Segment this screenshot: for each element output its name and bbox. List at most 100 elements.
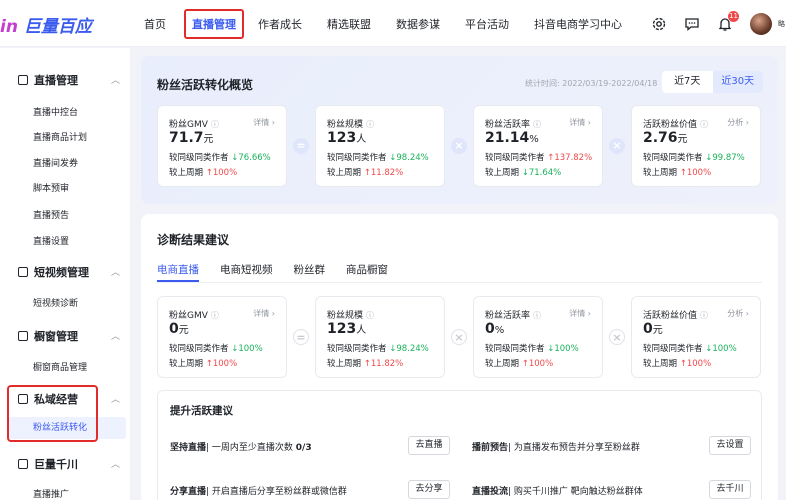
- arrow-up-icon: ↑: [363, 359, 371, 369]
- overview-title: 粉丝活跃转化概览: [157, 78, 254, 92]
- equals-icon: =: [287, 138, 315, 154]
- metric-period-compare: 较上周期 ↑100%: [169, 359, 238, 369]
- go-live-button[interactable]: 去直播: [408, 436, 450, 455]
- sidebar-item-showcase-products[interactable]: 橱窗商品管理: [33, 360, 87, 373]
- sidebar-item-live-product-plan[interactable]: 直播商品计划: [33, 130, 87, 143]
- info-icon[interactable]: ⓘ: [533, 311, 541, 320]
- tab-fan-group[interactable]: 粉丝群: [294, 262, 326, 282]
- qianchuan-icon: [18, 459, 28, 469]
- info-icon[interactable]: ⓘ: [533, 120, 541, 129]
- metric-value: 0元: [169, 321, 189, 337]
- sidebar-item-live-console[interactable]: 直播中控台: [33, 105, 78, 118]
- metric-link[interactable]: 详情 ›: [253, 308, 275, 319]
- nav-data-advisor[interactable]: 数据参谋: [396, 16, 440, 32]
- tips-title: 提升活跃建议: [170, 405, 233, 417]
- chevron-up-icon[interactable]: ︿: [111, 265, 120, 278]
- chevron-up-icon[interactable]: ︿: [111, 392, 120, 405]
- metric-value: 123人: [327, 130, 367, 146]
- tab-live-commerce[interactable]: 电商直播: [157, 262, 199, 282]
- nav-learning-center[interactable]: 抖音电商学习中心: [534, 16, 622, 32]
- metric-card-fan-gmv: 粉丝GMV ⓘ 详情 › 0元较同级同类作者 ↓100% 较上周期 ↑100%: [157, 296, 287, 378]
- metric-link[interactable]: 详情 ›: [569, 308, 591, 319]
- multiply-icon: ×: [603, 329, 631, 345]
- go-settings-button[interactable]: 去设置: [709, 436, 751, 455]
- info-icon[interactable]: ⓘ: [700, 311, 708, 320]
- sidebar-group-label: 直播管理: [34, 74, 78, 87]
- brand-logo[interactable]: in 巨量百应: [0, 12, 92, 37]
- metric-period-compare: 较上周期 ↓71.64%: [485, 168, 562, 178]
- logo-text: 巨量百应: [23, 17, 92, 37]
- sidebar-item-live-coupon[interactable]: 直播间发券: [33, 156, 78, 169]
- chevron-up-icon[interactable]: ︿: [111, 329, 120, 342]
- sidebar-group-qianchuan[interactable]: 巨量千川: [18, 456, 78, 472]
- range-7d[interactable]: 近7天: [662, 71, 713, 93]
- metric-value: 123人: [327, 321, 367, 337]
- tip-desc: | 购买千川推广 靶向触达粉丝群体: [508, 487, 643, 497]
- nav-author-growth[interactable]: 作者成长: [258, 16, 302, 32]
- sidebar-group-live[interactable]: 直播管理: [18, 72, 78, 88]
- bell-icon[interactable]: 11: [717, 10, 739, 32]
- nav-live-management[interactable]: 直播管理: [184, 8, 244, 39]
- sidebar-item-script-review[interactable]: 脚本预审: [33, 181, 69, 194]
- video-icon: [18, 267, 28, 277]
- nav-home[interactable]: 首页: [144, 16, 166, 32]
- multiply-icon: ×: [603, 138, 631, 154]
- nav-platform-events[interactable]: 平台活动: [465, 16, 509, 32]
- metric-name: 活跃粉丝价值 ⓘ: [643, 120, 709, 130]
- sidebar-item-live-settings[interactable]: 直播设置: [33, 234, 69, 247]
- sidebar-item-live-promotion[interactable]: 直播推广: [33, 487, 69, 500]
- arrow-up-icon: ↑: [205, 359, 213, 369]
- user-name[interactable]: 略: [778, 19, 786, 29]
- metric-peer-compare: 较同级同类作者 ↓100%: [169, 344, 263, 354]
- metric-peer-compare: 较同级同类作者 ↓99.87%: [643, 153, 745, 163]
- metric-link[interactable]: 详情 ›: [253, 117, 275, 128]
- tip-desc: | 一周内至少直播次数: [206, 443, 293, 453]
- top-bar: in 巨量百应 首页 直播管理 作者成长 精选联盟 数据参谋 平台活动 抖音电商…: [0, 0, 786, 47]
- sidebar-item-live-preview[interactable]: 直播预告: [33, 208, 69, 221]
- range-30d[interactable]: 近30天: [712, 71, 763, 93]
- metric-peer-compare: 较同级同类作者 ↑137.82%: [485, 153, 593, 163]
- chevron-up-icon[interactable]: ︿: [111, 73, 120, 86]
- info-icon[interactable]: ⓘ: [366, 311, 374, 320]
- info-icon[interactable]: ⓘ: [700, 120, 708, 129]
- metric-link[interactable]: 分析 ›: [727, 308, 749, 319]
- metric-card-active-fan-value: 活跃粉丝价值 ⓘ 分析 › 2.76元 较同级同类作者 ↓99.87% 较上周期 ↑100…: [631, 105, 761, 187]
- go-qianchuan-button[interactable]: 去千川: [709, 480, 751, 499]
- arrow-down-icon: ↓: [521, 168, 529, 178]
- tab-short-video[interactable]: 电商短视频: [220, 262, 273, 282]
- tab-showcase[interactable]: 商品橱窗: [346, 262, 388, 282]
- stat-time: 统计时间: 2022/03/19-2022/04/18: [525, 79, 658, 88]
- info-icon[interactable]: ⓘ: [211, 311, 219, 320]
- chevron-up-icon[interactable]: ︿: [111, 457, 120, 470]
- avatar[interactable]: [750, 12, 772, 35]
- message-icon[interactable]: [684, 16, 700, 32]
- metric-value: 0%: [485, 321, 505, 337]
- metric-card-fan-gmv: 粉丝GMV ⓘ 详情 › 71.7元 较同级同类作者 ↓76.66% 较上周期 ↑100%: [157, 105, 287, 187]
- metric-period-compare: 较上周期 ↑100%: [485, 359, 554, 369]
- metric-period-compare: 较上周期 ↑100%: [643, 359, 712, 369]
- go-share-button[interactable]: 去分享: [408, 480, 450, 499]
- logo-prefix: in: [0, 17, 18, 37]
- metric-link[interactable]: 分析 ›: [727, 117, 749, 128]
- settings-icon[interactable]: [651, 16, 667, 32]
- metric-period-compare: 较上周期 ↑100%: [169, 168, 238, 178]
- sidebar-group-showcase[interactable]: 橱窗管理: [18, 328, 78, 344]
- nav-alliance[interactable]: 精选联盟: [327, 16, 371, 32]
- sidebar-item-video-diagnosis[interactable]: 短视频诊断: [33, 296, 78, 309]
- metric-period-compare: 较上周期 ↑100%: [643, 168, 712, 178]
- metric-peer-compare: 较同级同类作者 ↓100%: [643, 344, 737, 354]
- overview-metrics: 粉丝GMV ⓘ 详情 › 71.7元 较同级同类作者 ↓76.66% 较上周期 ↑100%…: [157, 105, 761, 187]
- info-icon[interactable]: ⓘ: [366, 120, 374, 129]
- tab-divider: [157, 282, 762, 283]
- sidebar-group-label: 短视频管理: [34, 266, 89, 279]
- metric-name: 粉丝GMV ⓘ: [169, 311, 219, 321]
- info-icon[interactable]: ⓘ: [211, 120, 219, 129]
- sidebar-group-short-video[interactable]: 短视频管理: [18, 264, 89, 280]
- range-switch: 近7天 近30天: [662, 71, 763, 93]
- metric-period-compare: 较上周期 ↑11.82%: [327, 168, 404, 178]
- metric-link[interactable]: 详情 ›: [569, 117, 591, 128]
- arrow-up-icon: ↑: [205, 168, 213, 178]
- metric-name: 粉丝规模 ⓘ: [327, 311, 375, 321]
- multiply-icon: ×: [445, 329, 473, 345]
- arrow-up-icon: ↑: [521, 359, 529, 369]
